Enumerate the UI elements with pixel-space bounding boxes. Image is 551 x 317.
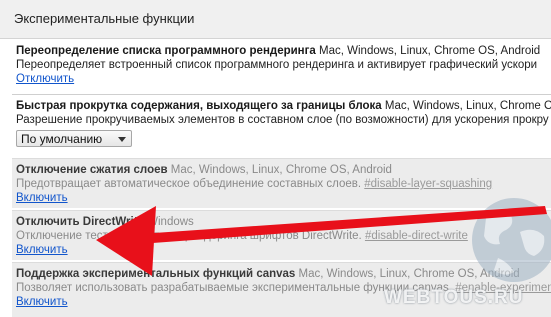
experiment-description: Предотвращает автоматическое объединение… bbox=[16, 177, 545, 191]
section-title: Экспериментальные функции bbox=[14, 11, 195, 26]
enable-link[interactable]: Включить bbox=[16, 244, 68, 256]
experiment-name: Отключить DirectWrite bbox=[16, 216, 144, 228]
experiment-name: Переопределение списка программного ренд… bbox=[16, 45, 316, 57]
experiment-platforms: Windows bbox=[143, 216, 194, 228]
experiment-item: Быстрая прокрутка содержания, выходящего… bbox=[12, 94, 551, 154]
experiment-platforms: Mac, Windows, Linux, Chrome OS, Android bbox=[384, 100, 551, 112]
section-header: Экспериментальные функции bbox=[0, 0, 551, 39]
experiment-platforms: Mac, Windows, Linux, Chrome OS, Android bbox=[295, 268, 520, 280]
mode-select[interactable]: По умолчанию bbox=[16, 130, 132, 147]
disable-link[interactable]: Отключить bbox=[16, 73, 74, 85]
mode-select-value: По умолчанию bbox=[21, 132, 103, 146]
experiment-description: Разрешение прокручиваемых элементов в со… bbox=[16, 114, 549, 126]
watermark-text: WEBTOUS.RU bbox=[384, 287, 524, 308]
experiment-platforms: Mac, Windows, Linux, Chrome OS, Android bbox=[167, 164, 392, 176]
experiment-description-text: Предотвращает автоматическое объединение… bbox=[16, 178, 365, 190]
experiment-item: Отключение сжатия слоев Mac, Windows, Li… bbox=[12, 158, 551, 208]
experiment-platforms: Mac, Windows, Linux, Chrome OS, Android bbox=[315, 45, 541, 57]
experiment-name: Быстрая прокрутка содержания, выходящего… bbox=[16, 100, 382, 112]
experiment-description: Отключение тестовой системы рендеринга ш… bbox=[16, 229, 545, 243]
experiment-description: Переопределяет встроенный список програм… bbox=[16, 59, 538, 71]
experiment-name: Отключение сжатия слоев bbox=[16, 164, 168, 176]
enable-link[interactable]: Включить bbox=[16, 296, 68, 308]
experiment-item: Переопределение списка программного ренд… bbox=[12, 40, 551, 92]
experiment-flag-anchor[interactable]: #disable-layer-squashing bbox=[364, 178, 492, 190]
experiment-name: Поддержка экспериментальных функций canv… bbox=[16, 268, 296, 280]
enable-link[interactable]: Включить bbox=[16, 192, 68, 204]
experiment-flag-anchor[interactable]: #disable-direct-write bbox=[365, 230, 468, 242]
flags-page: Экспериментальные функции Переопределени… bbox=[0, 0, 551, 317]
chevron-down-icon bbox=[118, 137, 126, 142]
experiment-description-text: Отключение тестовой системы рендеринга ш… bbox=[16, 230, 365, 242]
experiment-item: Отключить DirectWrite Windows Отключение… bbox=[12, 210, 551, 260]
